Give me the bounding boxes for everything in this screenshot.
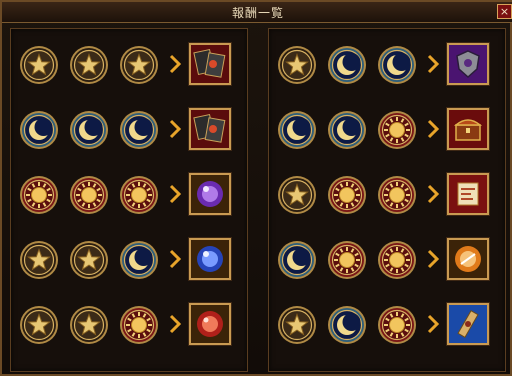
- moon-medal-icon: [377, 45, 417, 85]
- chevron-right-icon: [169, 314, 181, 334]
- treasure-chest-reward-icon[interactable]: [447, 108, 489, 150]
- moon-medal-icon: [119, 240, 159, 280]
- sun-medal-icon: [377, 240, 417, 280]
- reward-row: [11, 234, 247, 286]
- chevron-right-icon: [169, 184, 181, 204]
- chevron-right-icon: [427, 54, 439, 74]
- card-red-reward-icon[interactable]: [189, 108, 231, 150]
- dialog-titlebar: 報酬一覧 ×: [2, 2, 512, 23]
- exp-scroll-reward-icon[interactable]: [447, 173, 489, 215]
- sun-medal-icon: [119, 175, 159, 215]
- moon-medal-icon: [69, 110, 109, 150]
- chevron-right-icon: [169, 54, 181, 74]
- reward-panel-right: [268, 28, 506, 372]
- star-medal-icon: [277, 175, 317, 215]
- sun-medal-icon: [377, 175, 417, 215]
- orange-orb-reward-icon[interactable]: [447, 238, 489, 280]
- star-medal-icon: [277, 45, 317, 85]
- blue-scroll-reward-icon[interactable]: [447, 303, 489, 345]
- reward-row: [269, 234, 505, 286]
- card-red-reward-icon[interactable]: [189, 43, 231, 85]
- purple-orb-reward-icon[interactable]: [189, 173, 231, 215]
- chevron-right-icon: [427, 314, 439, 334]
- red-gem-reward-icon[interactable]: [189, 303, 231, 345]
- reward-row: [11, 299, 247, 351]
- dialog-title: 報酬一覧: [231, 6, 284, 20]
- moon-medal-icon: [277, 240, 317, 280]
- moon-medal-icon: [277, 110, 317, 150]
- reward-row: [269, 39, 505, 91]
- reward-row: [11, 39, 247, 91]
- sun-medal-icon: [327, 175, 367, 215]
- star-medal-icon: [277, 305, 317, 345]
- sun-medal-icon: [327, 240, 367, 280]
- star-medal-icon: [69, 305, 109, 345]
- purple-shield-reward-icon[interactable]: [447, 43, 489, 85]
- moon-medal-icon: [19, 110, 59, 150]
- blue-orb-reward-icon[interactable]: [189, 238, 231, 280]
- moon-medal-icon: [327, 45, 367, 85]
- moon-medal-icon: [119, 110, 159, 150]
- reward-panel-left: [10, 28, 248, 372]
- moon-medal-icon: [327, 110, 367, 150]
- moon-medal-icon: [327, 305, 367, 345]
- reward-row: [11, 104, 247, 156]
- chevron-right-icon: [427, 119, 439, 139]
- star-medal-icon: [19, 305, 59, 345]
- star-medal-icon: [19, 240, 59, 280]
- sun-medal-icon: [69, 175, 109, 215]
- reward-row: [269, 299, 505, 351]
- chevron-right-icon: [427, 249, 439, 269]
- sun-medal-icon: [377, 110, 417, 150]
- star-medal-icon: [69, 240, 109, 280]
- chevron-right-icon: [169, 249, 181, 269]
- reward-list-dialog: 報酬一覧 ×: [0, 0, 512, 376]
- reward-row: [269, 169, 505, 221]
- star-medal-icon: [119, 45, 159, 85]
- star-medal-icon: [19, 45, 59, 85]
- reward-row: [269, 104, 505, 156]
- sun-medal-icon: [377, 305, 417, 345]
- close-button[interactable]: ×: [497, 4, 512, 19]
- sun-medal-icon: [19, 175, 59, 215]
- sun-medal-icon: [119, 305, 159, 345]
- star-medal-icon: [69, 45, 109, 85]
- chevron-right-icon: [427, 184, 439, 204]
- reward-row: [11, 169, 247, 221]
- chevron-right-icon: [169, 119, 181, 139]
